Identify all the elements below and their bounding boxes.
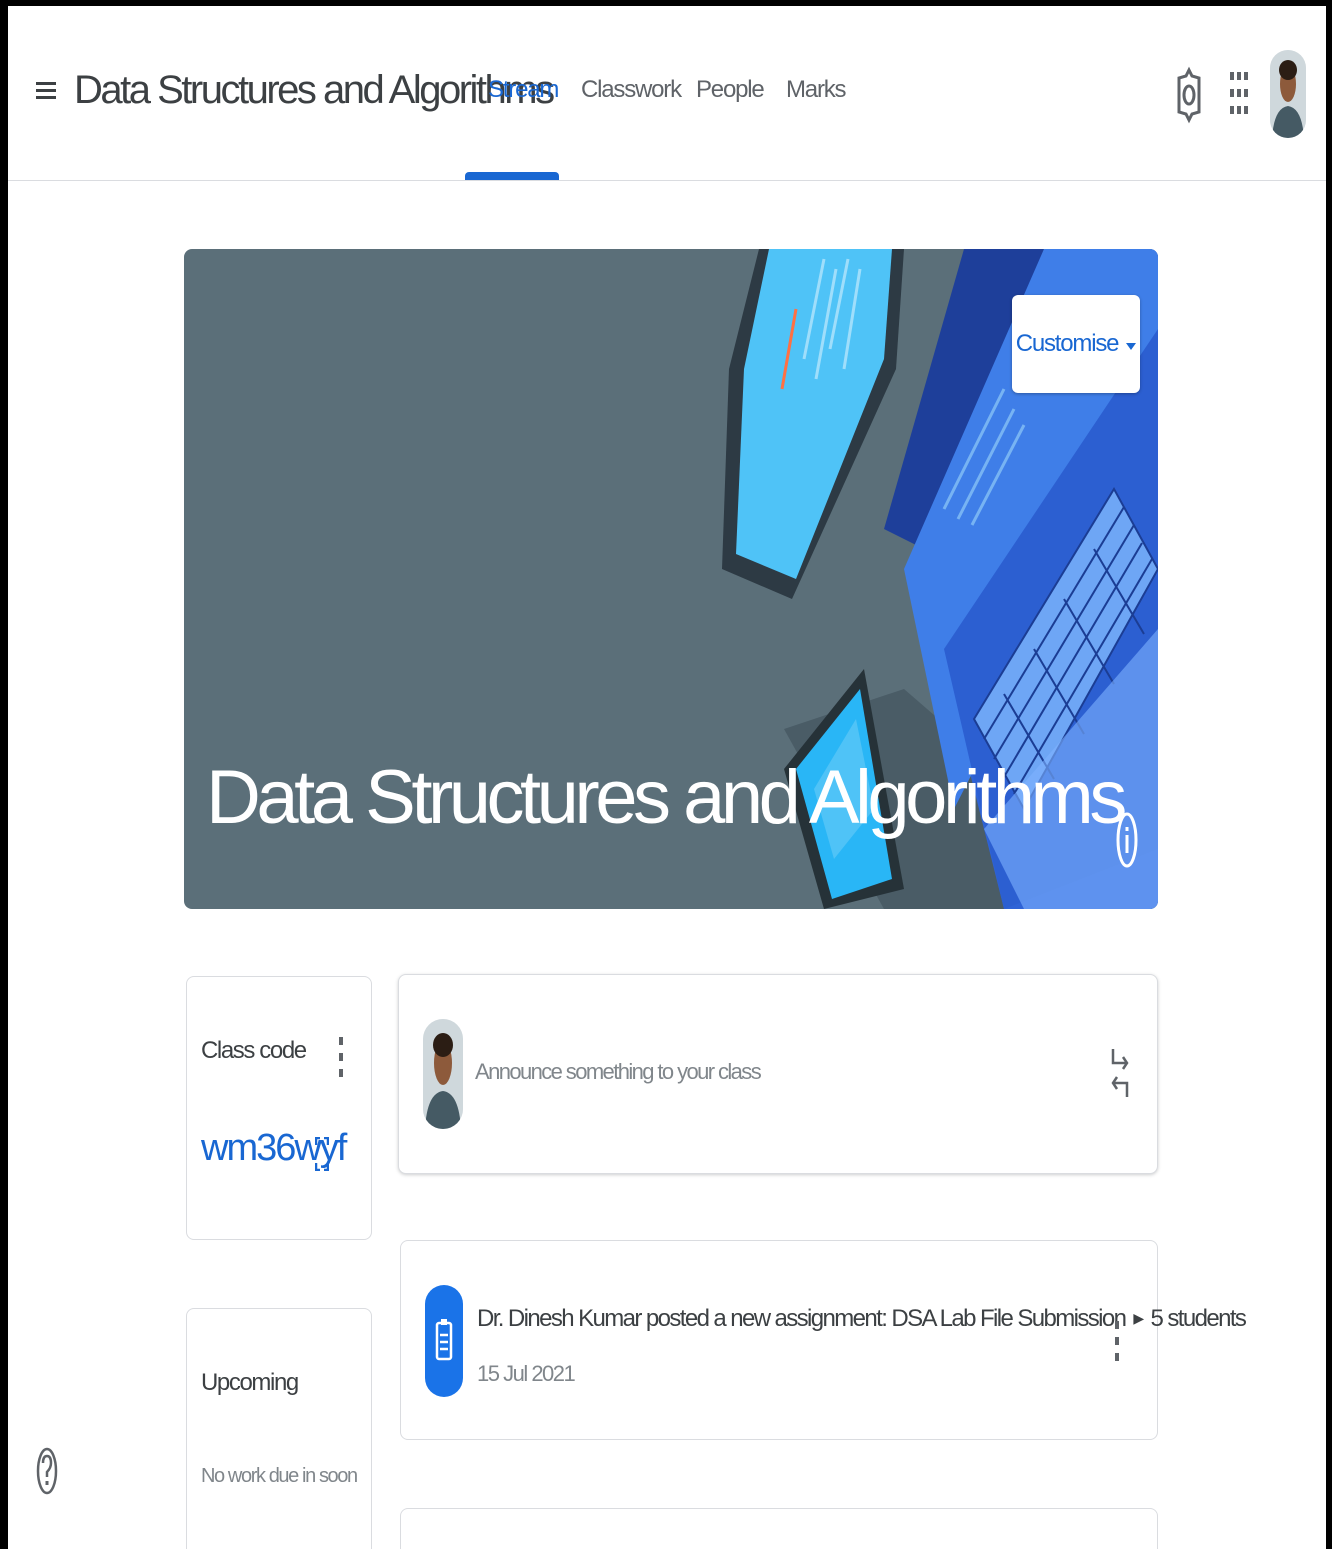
announce-input[interactable]: Announce something to your class [475, 1059, 1075, 1085]
info-icon[interactable] [1116, 811, 1138, 874]
upcoming-label: Upcoming [201, 1369, 299, 1396]
stream-post-partial[interactable] [400, 1508, 1158, 1549]
assignment-icon [425, 1285, 463, 1397]
repost-icon[interactable] [1109, 1045, 1131, 1106]
upcoming-empty-text: No work due in soon [201, 1465, 358, 1487]
post-text: Dr. Dinesh Kumar posted a new assignment… [477, 1305, 1127, 1332]
dropdown-arrow-icon [1126, 330, 1137, 358]
post-audience: 5 students [1150, 1305, 1247, 1332]
fullscreen-icon[interactable] [314, 1136, 330, 1176]
tab-people[interactable]: People [696, 76, 765, 104]
class-code-card: Class code wm36wyf [186, 976, 372, 1240]
top-app-bar: Data Structures and Algorithms Stream Cl… [8, 6, 1326, 181]
class-banner: Data Structures and Algorithms Customise [184, 249, 1158, 909]
class-title[interactable]: Data Structures and Algorithms [74, 68, 555, 113]
tab-classwork[interactable]: Classwork [581, 76, 682, 104]
customise-label: Customise [1015, 330, 1120, 357]
account-avatar[interactable] [1270, 50, 1306, 138]
customise-button[interactable]: Customise [1012, 295, 1140, 393]
class-code-label: Class code [201, 1037, 307, 1064]
active-tab-indicator [465, 172, 559, 180]
user-avatar [423, 1019, 463, 1129]
classroom-window: Data Structures and Algorithms Stream Cl… [8, 6, 1326, 1549]
tab-marks[interactable]: Marks [786, 76, 847, 104]
arrow-right-icon: ▶ [1133, 1310, 1144, 1326]
announce-box[interactable]: Announce something to your class [398, 974, 1158, 1174]
banner-title: Data Structures and Algorithms [206, 755, 1127, 840]
apps-grid-icon[interactable] [1230, 72, 1248, 119]
settings-gear-icon[interactable] [1176, 66, 1202, 129]
more-vert-icon[interactable] [337, 1033, 345, 1086]
upcoming-card: Upcoming No work due in soon [186, 1308, 372, 1549]
menu-icon[interactable] [36, 78, 58, 102]
post-date: 15 Jul 2021 [477, 1361, 576, 1386]
tab-stream[interactable]: Stream [488, 76, 559, 104]
more-vert-icon[interactable] [1113, 1317, 1121, 1370]
post-title[interactable]: Dr. Dinesh Kumar posted a new assignment… [477, 1305, 1247, 1333]
stream-post[interactable]: Dr. Dinesh Kumar posted a new assignment… [400, 1240, 1247, 1440]
help-icon[interactable] [36, 1446, 58, 1501]
